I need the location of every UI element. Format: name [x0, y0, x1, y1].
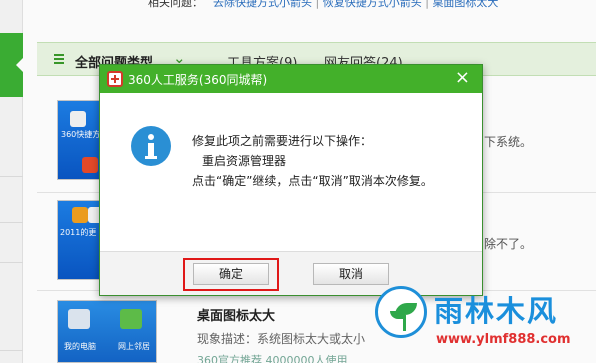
dialog-message-line: 点击“确定”继续，点击“取消”取消本次修复。	[192, 174, 433, 188]
close-icon[interactable]: ×	[455, 67, 470, 89]
watermark-url: www.ylmf888.com	[436, 332, 571, 347]
confirm-button[interactable]: 确定	[193, 263, 269, 285]
watermark: 雨林木风 www.ylmf888.com	[372, 283, 596, 363]
dialog-title: 360人工服务(360同城帮)	[128, 73, 268, 87]
dialog-message-line: 重启资源管理器	[202, 154, 287, 168]
info-icon	[131, 126, 171, 166]
dialog-message-line: 修复此项之前需要进行以下操作：	[192, 134, 373, 148]
service-dialog: 360人工服务(360同城帮) × 修复此项之前需要进行以下操作： 重启资源管理…	[99, 64, 483, 296]
dialog-header[interactable]: 360人工服务(360同城帮) ×	[100, 65, 482, 93]
watermark-title: 雨林木风	[434, 294, 559, 328]
watermark-logo-icon	[375, 286, 427, 338]
360-logo-icon	[107, 71, 123, 87]
cancel-button[interactable]: 取消	[313, 263, 389, 285]
